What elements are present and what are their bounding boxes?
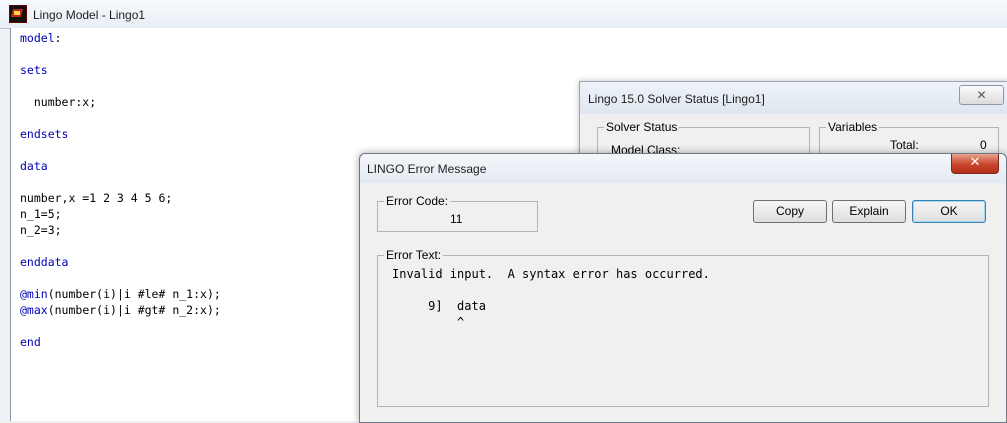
error-text-content[interactable]: Invalid input. A syntax error has occurr… — [392, 266, 710, 330]
code-line: n_2=3; — [20, 222, 221, 238]
variables-total-value: 0 — [980, 138, 987, 152]
code-text: n_1=5; — [20, 207, 62, 221]
code-text: number:x; — [20, 95, 97, 109]
code-line: end — [20, 334, 221, 350]
error-dialog-title: LINGO Error Message — [367, 162, 487, 176]
code-line: n_1=5; — [20, 206, 221, 222]
code-keyword: model — [20, 31, 55, 45]
code-text: (number(i)|i #gt# n_2:x); — [47, 303, 221, 317]
solver-close-button[interactable]: ✕ — [959, 85, 1004, 105]
code-line: @max(number(i)|i #gt# n_2:x); — [20, 302, 221, 318]
error-dialog-title-bar[interactable]: LINGO Error Message ✕ — [360, 154, 1006, 183]
error-text-group: Error Text: Invalid input. A syntax erro… — [377, 248, 989, 407]
code-text: (number(i)|i #le# n_1:x); — [47, 287, 221, 301]
code-keyword: endsets — [20, 127, 69, 141]
code-text: n_2=3; — [20, 223, 62, 237]
code-text: number,x =1 2 3 4 5 6; — [20, 191, 173, 205]
main-window-title: Lingo Model - Lingo1 — [33, 8, 146, 22]
solver-title-bar[interactable]: Lingo 15.0 Solver Status [Lingo1] ✕ — [580, 82, 1007, 114]
code-line: endsets — [20, 126, 221, 142]
code-text: : — [54, 31, 62, 45]
code-lines: model: sets number:x; endsets data number,x … — [20, 30, 221, 350]
code-line: number,x =1 2 3 4 5 6; — [20, 190, 221, 206]
variables-total-label: Total: — [890, 138, 919, 152]
error-message-dialog: LINGO Error Message ✕ Error Code: 11 Cop… — [359, 153, 1007, 423]
solver-status-group-title: Solver Status — [604, 120, 680, 134]
code-keyword: @max — [20, 303, 48, 317]
code-line: number:x; — [20, 94, 221, 110]
code-line: sets — [20, 62, 221, 78]
variables-group-title: Variables — [826, 120, 880, 134]
error-code-group: Error Code: 11 — [377, 194, 538, 232]
main-title-bar[interactable]: Lingo Model - Lingo1 — [0, 0, 1007, 29]
explain-button[interactable]: Explain — [832, 200, 906, 223]
code-keyword: enddata — [20, 255, 69, 269]
solver-window-title: Lingo 15.0 Solver Status [Lingo1] — [588, 92, 765, 106]
ok-button[interactable]: OK — [912, 200, 986, 223]
code-line: enddata — [20, 254, 221, 270]
code-line: @min(number(i)|i #le# n_1:x); — [20, 286, 221, 302]
error-dialog-close-button[interactable]: ✕ — [951, 154, 999, 174]
code-keyword: data — [20, 159, 48, 173]
code-line: model: — [20, 30, 221, 46]
code-keyword: sets — [20, 63, 48, 77]
code-keyword: @min — [20, 287, 48, 301]
error-code-group-title: Error Code: — [384, 194, 451, 208]
error-text-group-title: Error Text: — [384, 248, 444, 262]
lingo-app-icon — [9, 5, 27, 23]
copy-button[interactable]: Copy — [753, 200, 827, 223]
error-code-value: 11 — [450, 212, 463, 226]
code-keyword: end — [20, 335, 41, 349]
code-line: data — [20, 158, 221, 174]
error-dialog-body: Error Code: 11 Copy Explain OK Error Tex… — [360, 183, 1006, 422]
